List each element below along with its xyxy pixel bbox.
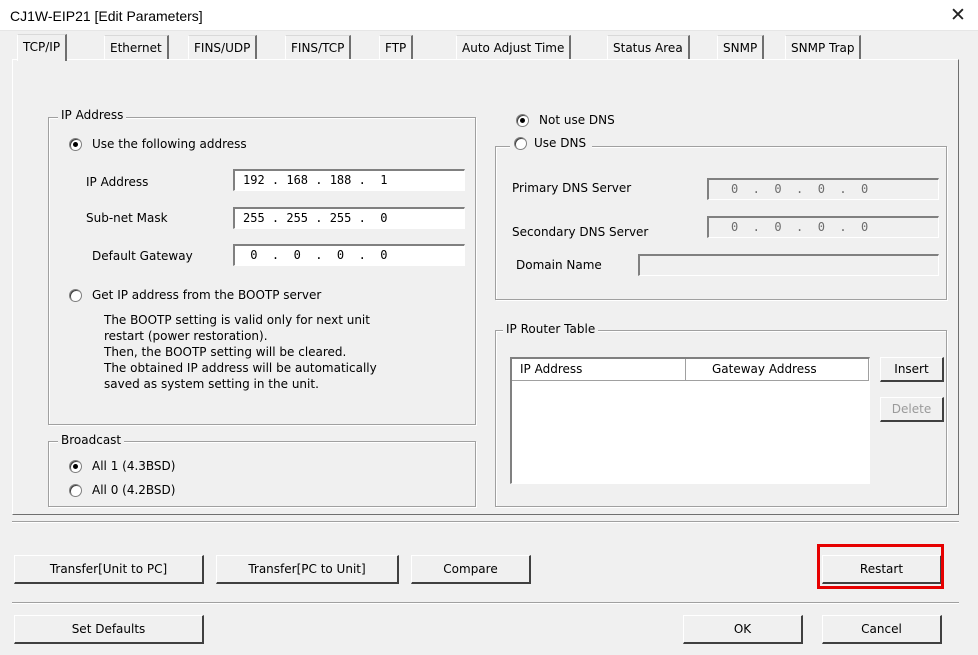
restart-highlight-box (817, 544, 944, 589)
separator (12, 602, 959, 604)
radio-selected-dot (520, 118, 525, 123)
radio-selected-dot (73, 464, 78, 469)
compare-button[interactable]: Compare (411, 555, 531, 584)
default-gateway-label: Default Gateway (92, 249, 193, 263)
cancel-button[interactable]: Cancel (822, 615, 942, 644)
secondary-dns-field[interactable]: 0 . 0 . 0 . 0 (707, 216, 939, 238)
use-following-address-label: Use the following address (92, 137, 247, 151)
broadcast-all0-radio[interactable] (69, 484, 82, 497)
subnet-mask-label: Sub-net Mask (86, 211, 168, 225)
tab-snmp-trap[interactable]: SNMP Trap (785, 35, 862, 60)
ip-address-label: IP Address (86, 175, 149, 189)
delete-button[interactable]: Delete (880, 397, 944, 422)
tab-ftp[interactable]: FTP (379, 35, 414, 60)
window-title: CJ1W-EIP21 [Edit Parameters] (10, 8, 203, 24)
ok-button[interactable]: OK (683, 615, 803, 644)
secondary-dns-label: Secondary DNS Server (512, 225, 649, 239)
column-header-gateway-address[interactable]: Gateway Address (686, 359, 869, 381)
ip-address-field[interactable]: 192 . 168 . 188 . 1 (233, 169, 465, 191)
ip-address-group-legend: IP Address (58, 108, 127, 122)
transfer-unit-to-pc-button[interactable]: Transfer[Unit to PC] (14, 555, 204, 584)
tab-ethernet[interactable]: Ethernet (104, 35, 169, 60)
tab-auto-adjust-time[interactable]: Auto Adjust Time (456, 35, 572, 60)
domain-name-label: Domain Name (516, 258, 602, 272)
use-dns-radio[interactable] (514, 137, 527, 150)
column-header-ip-address[interactable]: IP Address (512, 359, 686, 381)
broadcast-all1-label: All 1 (4.3BSD) (92, 459, 176, 473)
radio-selected-dot (73, 142, 78, 147)
ip-router-table-list[interactable]: IP Address Gateway Address (510, 357, 870, 484)
bootp-note: The BOOTP setting is valid only for next… (104, 313, 377, 391)
default-gateway-field[interactable]: 0 . 0 . 0 . 0 (233, 244, 465, 266)
broadcast-all1-radio[interactable] (69, 460, 82, 473)
broadcast-group-legend: Broadcast (58, 433, 125, 447)
tab-fins-udp[interactable]: FINS/UDP (188, 35, 258, 60)
not-use-dns-radio[interactable] (516, 114, 529, 127)
use-following-address-radio[interactable] (69, 138, 82, 151)
bootp-label: Get IP address from the BOOTP server (92, 288, 322, 302)
not-use-dns-label: Not use DNS (539, 113, 615, 127)
use-dns-legend: Use DNS (510, 136, 593, 150)
primary-dns-field[interactable]: 0 . 0 . 0 . 0 (707, 178, 939, 200)
tab-tcp-ip[interactable]: TCP/IP (17, 34, 68, 61)
primary-dns-label: Primary DNS Server (512, 181, 632, 195)
separator (12, 521, 959, 523)
ip-router-table-legend: IP Router Table (503, 322, 599, 336)
insert-button[interactable]: Insert (880, 357, 944, 382)
tab-status-area[interactable]: Status Area (607, 35, 690, 60)
tab-snmp[interactable]: SNMP (717, 35, 765, 60)
close-icon[interactable]: ✕ (946, 3, 970, 27)
subnet-mask-field[interactable]: 255 . 255 . 255 . 0 (233, 207, 465, 229)
bootp-radio[interactable] (69, 289, 82, 302)
set-defaults-button[interactable]: Set Defaults (14, 615, 204, 644)
broadcast-all0-label: All 0 (4.2BSD) (92, 483, 176, 497)
transfer-pc-to-unit-button[interactable]: Transfer[PC to Unit] (216, 555, 399, 584)
tab-fins-tcp[interactable]: FINS/TCP (285, 35, 352, 60)
domain-name-field[interactable] (638, 254, 939, 276)
